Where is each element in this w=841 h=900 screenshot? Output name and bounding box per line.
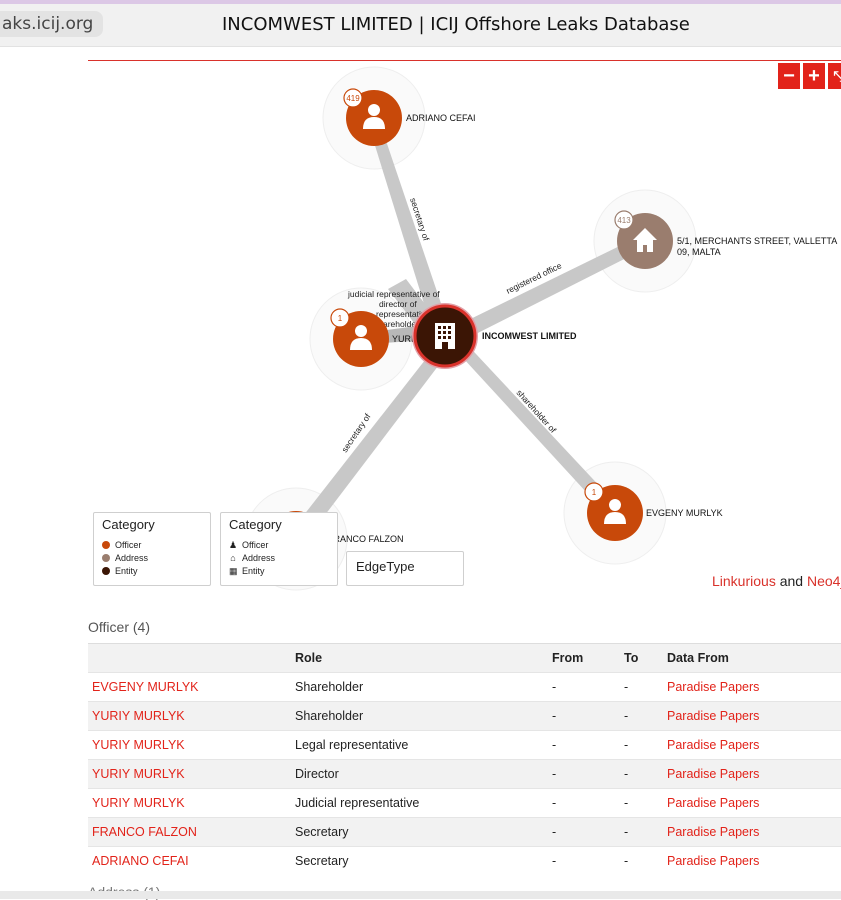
- officer-role: Shareholder: [291, 701, 548, 731]
- table-row: ADRIANO CEFAI Secretary - - Paradise Pap…: [88, 846, 841, 875]
- officer-role: Director: [291, 759, 548, 789]
- graph-credits: Linkurious and Neo4j: [712, 573, 841, 589]
- legend-item-address: ⌂ Address: [230, 553, 276, 563]
- node-badge-adriano: 419: [346, 94, 360, 103]
- data-source-link[interactable]: Paradise Papers: [663, 701, 841, 731]
- edgetype-title: EdgeType: [356, 559, 415, 574]
- building-icon: [435, 323, 455, 349]
- officer-from: -: [548, 846, 620, 875]
- column-header-to[interactable]: To: [620, 643, 663, 673]
- officer-dot-icon: [102, 541, 110, 549]
- data-source-link[interactable]: Paradise Papers: [663, 817, 841, 847]
- edge-label-yuriy-1: judicial representative of: [347, 289, 440, 299]
- officer-to: -: [620, 701, 663, 731]
- page-title: INCOMWEST LIMITED | ICIJ Offshore Leaks …: [222, 14, 690, 35]
- table-row: YURIY MURLYK Legal representative - - Pa…: [88, 730, 841, 760]
- officer-name-link[interactable]: YURIY MURLYK: [88, 730, 291, 760]
- linkurious-link[interactable]: Linkurious: [712, 573, 776, 589]
- zoom-in-button[interactable]: +: [803, 63, 825, 89]
- officer-name-link[interactable]: YURIY MURLYK: [88, 759, 291, 789]
- data-source-link[interactable]: Paradise Papers: [663, 759, 841, 789]
- officers-table: Role From To Data From EVGENY MURLYK Sha…: [88, 643, 841, 875]
- legend-item-officer: Officer: [102, 540, 141, 551]
- table-row: YURIY MURLYK Judicial representative - -…: [88, 788, 841, 818]
- bottom-bar: [0, 891, 841, 899]
- legend-item-address: Address: [102, 553, 148, 564]
- legend-color: Category Officer Address Entity: [93, 512, 211, 586]
- officer-to: -: [620, 846, 663, 875]
- column-header-role[interactable]: Role: [291, 643, 548, 673]
- node-label-evgeny: EVGENY MURLYK: [646, 508, 723, 518]
- node-badge-yuriy: 1: [338, 314, 343, 323]
- table-row: EVGENY MURLYK Shareholder - - Paradise P…: [88, 672, 841, 702]
- node-label-franco: FRANCO FALZON: [328, 534, 404, 544]
- officer-name-link[interactable]: YURIY MURLYK: [88, 788, 291, 818]
- table-header-row: Role From To Data From: [88, 643, 841, 673]
- zoom-out-button[interactable]: −: [778, 63, 800, 89]
- address-dot-icon: [102, 554, 110, 562]
- edge-label-yuriy-2: director of: [379, 299, 417, 309]
- table-row: YURIY MURLYK Director - - Paradise Paper…: [88, 759, 841, 789]
- person-icon: ♟: [229, 540, 238, 550]
- legend-item-entity: Entity: [102, 566, 138, 577]
- officer-to: -: [620, 730, 663, 760]
- officer-role: Shareholder: [291, 672, 548, 702]
- table-row: YURIY MURLYK Shareholder - - Paradise Pa…: [88, 701, 841, 731]
- legend-item-entity: ▦ Entity: [229, 566, 265, 576]
- officer-name-link[interactable]: YURIY MURLYK: [88, 701, 291, 731]
- legend-title: Category: [102, 517, 155, 532]
- officer-from: -: [548, 817, 620, 847]
- officer-to: -: [620, 788, 663, 818]
- column-header-data-from[interactable]: Data From: [663, 643, 841, 673]
- neo4j-link[interactable]: Neo4j: [807, 573, 841, 589]
- legend-item-officer: ♟ Officer: [229, 540, 269, 550]
- officer-role: Secretary: [291, 817, 548, 847]
- fit-screen-button[interactable]: ⤡: [828, 63, 841, 89]
- data-source-link[interactable]: Paradise Papers: [663, 846, 841, 875]
- officer-from: -: [548, 701, 620, 731]
- data-source-link[interactable]: Paradise Papers: [663, 672, 841, 702]
- node-badge-address: 413: [617, 216, 631, 225]
- browser-bar: aks.icij.org INCOMWEST LIMITED | ICIJ Of…: [0, 4, 841, 47]
- column-header-name: [88, 643, 291, 673]
- officer-role: Legal representative: [291, 730, 548, 760]
- node-label-address-2: 09, MALTA: [677, 247, 721, 257]
- officer-to: -: [620, 672, 663, 702]
- network-graph[interactable]: secretary of registered office judicial …: [88, 60, 841, 594]
- data-source-link[interactable]: Paradise Papers: [663, 788, 841, 818]
- entity-dot-icon: [102, 567, 110, 575]
- building-icon: ▦: [229, 566, 238, 576]
- legend-title: Category: [229, 517, 282, 532]
- officer-name-link[interactable]: EVGENY MURLYK: [88, 672, 291, 702]
- officer-role: Judicial representative: [291, 788, 548, 818]
- legend-icon: Category ♟ Officer ⌂ Address ▦ Entity: [220, 512, 338, 586]
- officer-name-link[interactable]: FRANCO FALZON: [88, 817, 291, 847]
- credits-and: and: [779, 573, 804, 589]
- officer-from: -: [548, 672, 620, 702]
- officer-role: Secretary: [291, 846, 548, 875]
- officer-from: -: [548, 788, 620, 818]
- node-label-center: INCOMWEST LIMITED: [482, 331, 577, 341]
- officer-name-link[interactable]: ADRIANO CEFAI: [88, 846, 291, 875]
- node-label-address-1: 5/1, MERCHANTS STREET, VALLETTA: [677, 236, 837, 246]
- node-address[interactable]: 413 5/1, MERCHANTS STREET, VALLETTA 09, …: [614, 210, 837, 269]
- url-bar[interactable]: aks.icij.org: [0, 11, 104, 37]
- house-icon: ⌂: [230, 553, 236, 563]
- node-label-adriano: ADRIANO CEFAI: [406, 113, 476, 123]
- data-source-link[interactable]: Paradise Papers: [663, 730, 841, 760]
- officer-to: -: [620, 759, 663, 789]
- legend-edgetype: EdgeType: [346, 551, 464, 586]
- officer-from: -: [548, 759, 620, 789]
- officer-from: -: [548, 730, 620, 760]
- column-header-from[interactable]: From: [548, 643, 620, 673]
- officer-section-title: Officer (4): [88, 619, 150, 635]
- node-badge-evgeny: 1: [592, 488, 597, 497]
- officer-to: -: [620, 817, 663, 847]
- table-row: FRANCO FALZON Secretary - - Paradise Pap…: [88, 817, 841, 847]
